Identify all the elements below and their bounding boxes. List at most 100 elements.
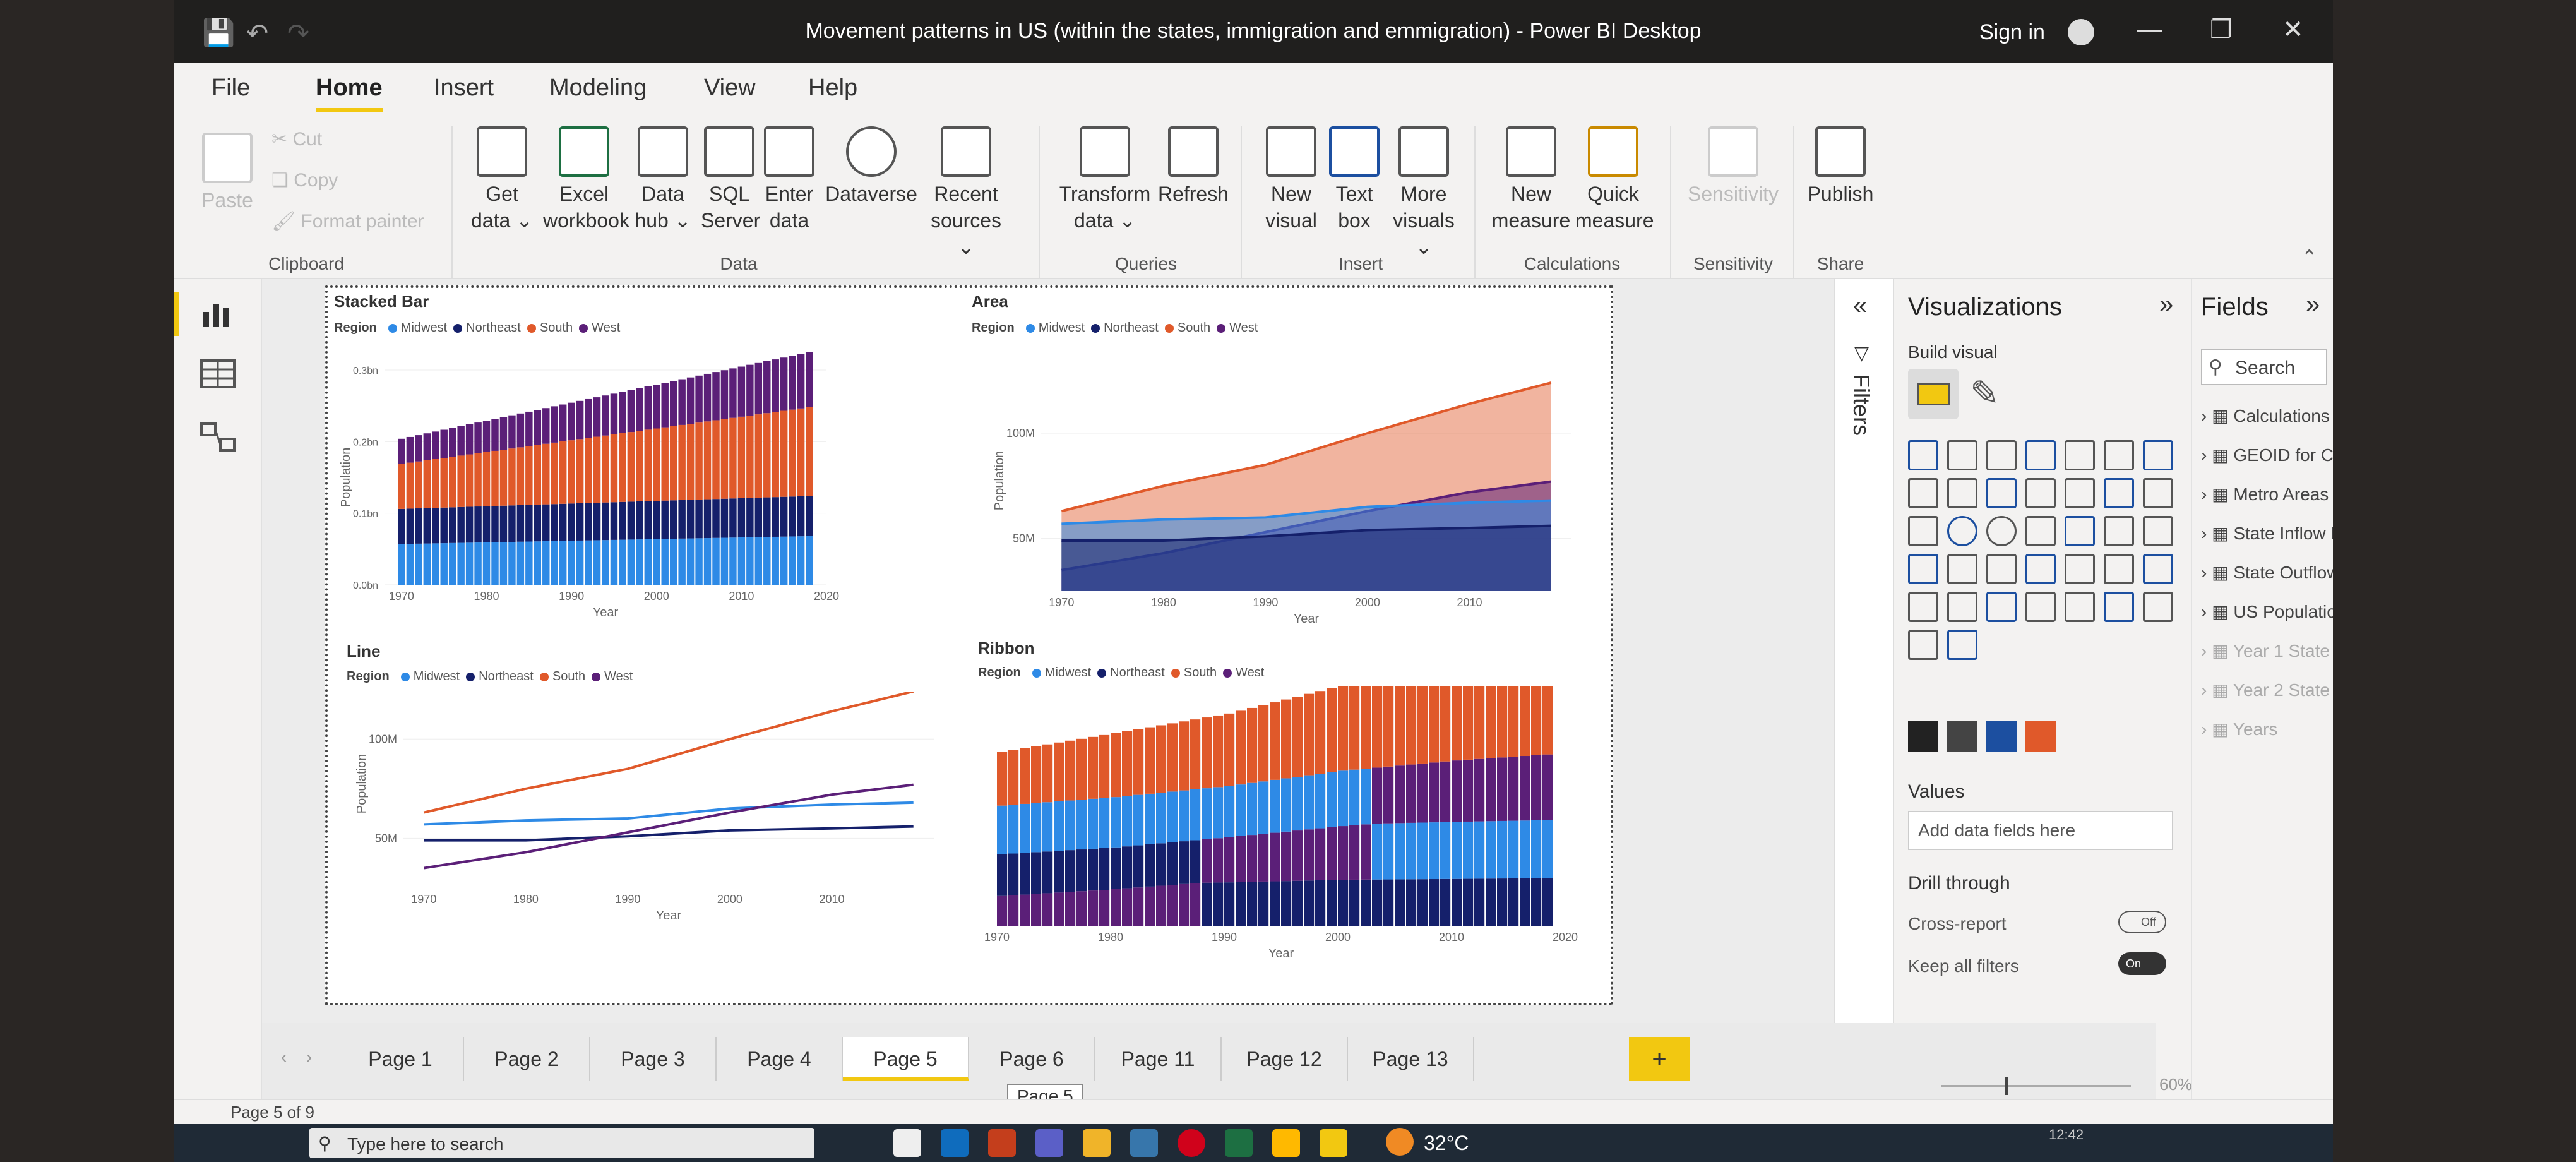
paste-button[interactable]: Paste xyxy=(199,133,256,213)
100-bar-icon[interactable] xyxy=(2065,440,2095,470)
power-apps-icon[interactable] xyxy=(2143,592,2173,622)
treemap-icon[interactable] xyxy=(2025,516,2056,546)
column-custom-icon[interactable] xyxy=(1986,721,2017,752)
filters-pane-collapsed[interactable]: « ▽ Filters xyxy=(1834,279,1894,1024)
table-icon[interactable] xyxy=(2065,554,2095,584)
tab-home[interactable]: Home xyxy=(316,75,383,112)
search-input[interactable]: Search xyxy=(2235,357,2295,379)
line-icon[interactable] xyxy=(2143,440,2173,470)
tab-file[interactable]: File xyxy=(212,75,250,102)
teams-icon[interactable] xyxy=(1035,1129,1063,1157)
values-drop-well[interactable]: Add data fields here xyxy=(1908,811,2173,850)
field-table-item[interactable]: › ▦ State Outflow Emigration xyxy=(2201,562,2333,583)
text-box-button[interactable]: Text box xyxy=(1326,126,1383,234)
outlook-icon[interactable] xyxy=(941,1129,969,1157)
field-table-item[interactable]: › ▦ Metro Areas by GEOID xyxy=(2201,484,2333,505)
model-view-icon[interactable] xyxy=(199,421,237,453)
pie-icon[interactable] xyxy=(1947,516,1977,546)
page-tab[interactable]: Page 12 xyxy=(1222,1037,1348,1081)
card-icon[interactable] xyxy=(1908,554,1938,584)
clustered-column-icon[interactable] xyxy=(2025,440,2056,470)
tab-view[interactable]: View xyxy=(704,75,756,102)
field-table-item[interactable]: › ▦ Year 2 State FIPS (Main ... xyxy=(2201,680,2333,700)
qna-icon[interactable] xyxy=(2025,592,2056,622)
filled-map-icon[interactable] xyxy=(2104,516,2134,546)
page-tab[interactable]: Page 13 xyxy=(1348,1037,1474,1081)
field-table-item[interactable]: › ▦ Year 1 State FIPS xyxy=(2201,640,2333,661)
slicer-icon[interactable] xyxy=(2025,554,2056,584)
line-chart[interactable]: 50M 100M 1970 1980 1990 2000 2010 Year Populatio… xyxy=(328,692,965,1002)
recent-sources-button[interactable]: Recent sources ⌄ xyxy=(925,126,1007,260)
multi-row-card-icon[interactable] xyxy=(1947,554,1977,584)
page-tab[interactable]: Page 4 xyxy=(717,1037,843,1081)
publish-button[interactable]: Publish xyxy=(1803,126,1878,207)
stacked-area-icon[interactable] xyxy=(1947,478,1977,508)
gauge-icon[interactable] xyxy=(2143,516,2173,546)
page-tab[interactable]: Page 2 xyxy=(464,1037,590,1081)
enter-data-button[interactable]: Enter data xyxy=(761,126,818,234)
field-table-item[interactable]: › ▦ Calculations xyxy=(2201,405,2330,426)
tab-help[interactable]: Help xyxy=(808,75,857,102)
sql-server-button[interactable]: SQL Server xyxy=(701,126,760,234)
cut-button[interactable]: ✂ Cut xyxy=(271,126,322,153)
sensitivity-button[interactable]: Sensitivity xyxy=(1683,126,1784,207)
funnel-icon[interactable] xyxy=(2143,478,2173,508)
ribbon-custom-icon[interactable] xyxy=(1947,721,1977,752)
next-page-icon[interactable]: › xyxy=(306,1047,312,1067)
avatar[interactable] xyxy=(2068,19,2094,45)
kpi-icon[interactable] xyxy=(1986,554,2017,584)
page-tab[interactable]: Page 1 xyxy=(338,1037,464,1081)
field-table-item[interactable]: › ▦ State Inflow Emigration xyxy=(2201,523,2333,544)
stacked-bar-icon[interactable] xyxy=(1908,440,1938,470)
python-icon[interactable] xyxy=(1130,1129,1158,1157)
zoom-slider[interactable] xyxy=(1941,1077,2131,1095)
refresh-button[interactable]: Refresh xyxy=(1155,126,1231,207)
zoom-thumb[interactable] xyxy=(2005,1077,2008,1095)
ribbon-chart[interactable]: 1970 1980 1990 2000 2010 2020 Year xyxy=(965,686,1609,1002)
taskbar-search[interactable]: ⚲ Type here to search xyxy=(309,1128,814,1158)
format-visual-icon[interactable]: ✎ xyxy=(1970,373,2000,414)
keep-all-filters-toggle[interactable]: On xyxy=(2118,952,2166,975)
table-view-icon[interactable] xyxy=(199,358,237,390)
restore-icon[interactable]: ❐ xyxy=(2210,15,2233,44)
paginated-icon[interactable] xyxy=(2104,592,2134,622)
field-table-item[interactable]: › ▦ US Population data by ... xyxy=(2201,601,2333,622)
stacked-column-icon[interactable] xyxy=(1947,440,1977,470)
page-tab[interactable]: Page 5 xyxy=(843,1037,969,1081)
area-chart[interactable]: 50M 100M 1970 1980 1990 2000 2010 Year Populatio… xyxy=(965,345,1609,654)
powerpoint-icon[interactable] xyxy=(988,1129,1016,1157)
more-icon[interactable] xyxy=(1947,630,1977,660)
store-icon[interactable] xyxy=(1272,1129,1300,1157)
sign-in-link[interactable]: Sign in xyxy=(1979,20,2045,45)
100-column-icon[interactable] xyxy=(2104,440,2134,470)
area-icon[interactable] xyxy=(1908,478,1938,508)
collapse-ribbon-icon[interactable]: ⌃ xyxy=(2301,246,2317,268)
format-painter-button[interactable]: 🖌 Format painter xyxy=(271,208,424,235)
copy-button[interactable]: ❏ Copy xyxy=(271,167,338,194)
get-data-button[interactable]: Get data ⌄ xyxy=(470,126,534,234)
expand-right-icon[interactable]: » xyxy=(2159,290,2173,319)
page-tab[interactable]: Page 6 xyxy=(969,1037,1095,1081)
waterfall-icon[interactable] xyxy=(2104,478,2134,508)
report-view-icon[interactable] xyxy=(199,298,237,330)
data-hub-button[interactable]: Data hub ⌄ xyxy=(631,126,695,234)
page-tab[interactable]: Page 3 xyxy=(590,1037,717,1081)
decomposition-tree-icon[interactable] xyxy=(1986,592,2017,622)
ribbon-icon[interactable] xyxy=(2065,478,2095,508)
minimize-icon[interactable]: — xyxy=(2137,15,2162,44)
excel-workbook-button[interactable]: Excel workbook xyxy=(543,126,629,234)
dataverse-button[interactable]: Dataverse xyxy=(824,126,919,207)
key-influencers-icon[interactable] xyxy=(1947,592,1977,622)
more-visuals-button[interactable]: More visuals ⌄ xyxy=(1386,126,1462,260)
add-page-button[interactable]: + xyxy=(1629,1037,1690,1081)
line-column-icon[interactable] xyxy=(1986,478,2017,508)
narrative-icon[interactable] xyxy=(2065,592,2095,622)
new-visual-button[interactable]: New visual xyxy=(1260,126,1323,234)
field-table-item[interactable]: › ▦ Years xyxy=(2201,719,2277,740)
task-view-icon[interactable] xyxy=(893,1129,921,1157)
scatter-icon[interactable] xyxy=(1908,516,1938,546)
expand-fields-icon[interactable]: » xyxy=(2306,290,2320,319)
tab-modeling[interactable]: Modeling xyxy=(549,75,647,102)
stacked-bar-chart[interactable]: 0.0bn 0.1bn 0.2bn 0.3bn 1970 1980 1990 2000 2010… xyxy=(328,345,965,654)
cross-report-toggle[interactable]: Off xyxy=(2118,911,2166,933)
